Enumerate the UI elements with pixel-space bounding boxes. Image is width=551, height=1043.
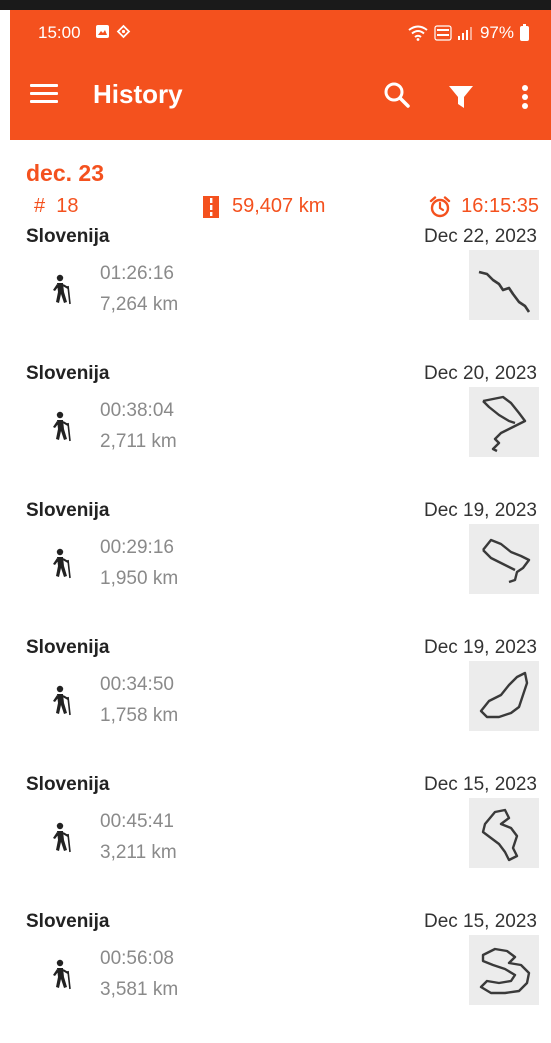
- activity-count: # 18: [34, 195, 79, 218]
- list-item[interactable]: Slovenija Dec 20, 2023 00:38:04 2,711 km: [0, 359, 551, 496]
- activity-date: Dec 19, 2023: [423, 637, 537, 658]
- activity-duration: 00:34:50: [100, 674, 174, 695]
- list-item[interactable]: Slovenija Dec 19, 2023 00:29:16 1,950 km: [0, 496, 551, 633]
- activity-distance: 3,211 km: [100, 842, 177, 863]
- more-vert-icon[interactable]: [518, 82, 532, 112]
- activity-place: Slovenija: [26, 500, 110, 521]
- screen-top-edge: [0, 0, 551, 10]
- app-bar: 15:00 97% History: [10, 10, 551, 140]
- total-duration: 16:15:35: [429, 195, 539, 218]
- route-thumbnail: [469, 524, 539, 594]
- route-thumbnail: [469, 798, 539, 868]
- activity-duration: 01:26:16: [100, 263, 174, 284]
- activity-distance: 7,264 km: [100, 294, 179, 315]
- route-thumbnail: [469, 387, 539, 457]
- route-thumbnail: [469, 935, 539, 1005]
- road-icon: [203, 195, 219, 218]
- volte-icon: [434, 25, 452, 41]
- activity-duration: 00:56:08: [100, 948, 174, 969]
- menu-button[interactable]: [30, 84, 58, 108]
- activity-place: Slovenija: [26, 774, 110, 795]
- gallery-icon: [96, 25, 109, 38]
- activity-place: Slovenija: [26, 911, 110, 932]
- list-item[interactable]: Slovenija Dec 15, 2023 00:45:41 3,211 km: [0, 770, 551, 907]
- total-distance: 59,407 km: [202, 195, 325, 218]
- activity-count-value: 18: [56, 195, 79, 217]
- list-item[interactable]: Slovenija Dec 15, 2023 00:56:08 3,581 km: [0, 907, 551, 1043]
- hash-symbol: #: [34, 195, 46, 217]
- hiking-icon: [53, 685, 71, 716]
- toolbar: History: [10, 54, 551, 140]
- hiking-icon: [53, 959, 71, 990]
- hiking-icon: [53, 411, 71, 442]
- battery-icon: [520, 23, 529, 41]
- wifi-icon: [408, 25, 428, 41]
- activity-date: Dec 15, 2023: [423, 774, 537, 795]
- status-time: 15:00: [38, 23, 81, 42]
- signal-icon: [457, 27, 472, 40]
- activity-date: Dec 22, 2023: [423, 226, 537, 247]
- hiking-icon: [53, 822, 71, 853]
- activity-place: Slovenija: [26, 226, 110, 247]
- month-summary: dec. 23 # 18 59,407 km 16:15:35: [0, 140, 551, 220]
- activity-duration: 00:45:41: [100, 811, 174, 832]
- filter-icon[interactable]: [446, 82, 476, 112]
- activity-distance: 1,758 km: [100, 705, 179, 726]
- status-bar: 15:00 97%: [10, 10, 551, 54]
- activity-duration: 00:38:04: [100, 400, 174, 421]
- activity-list: Slovenija Dec 22, 2023 01:26:16 7,264 km…: [0, 222, 551, 1043]
- activity-date: Dec 19, 2023: [423, 500, 537, 521]
- hiking-icon: [53, 548, 71, 579]
- total-distance-value: 59,407 km: [232, 195, 326, 217]
- activity-distance: 3,581 km: [100, 979, 179, 1000]
- page-title: History: [93, 79, 183, 109]
- route-thumbnail: [469, 661, 539, 731]
- search-icon[interactable]: [382, 80, 412, 110]
- activity-place: Slovenija: [26, 363, 110, 384]
- route-thumbnail: [469, 250, 539, 320]
- alarm-clock-icon: [429, 195, 451, 217]
- hiking-icon: [53, 274, 71, 305]
- list-item[interactable]: Slovenija Dec 19, 2023 00:34:50 1,758 km: [0, 633, 551, 770]
- activity-place: Slovenija: [26, 637, 110, 658]
- activity-date: Dec 15, 2023: [423, 911, 537, 932]
- activity-distance: 2,711 km: [100, 431, 177, 452]
- total-duration-value: 16:15:35: [461, 195, 539, 217]
- battery-percent: 97%: [479, 23, 514, 42]
- location-icon: [116, 24, 131, 39]
- list-item[interactable]: Slovenija Dec 22, 2023 01:26:16 7,264 km: [0, 222, 551, 359]
- month-header: dec. 23: [26, 160, 104, 186]
- activity-date: Dec 20, 2023: [423, 363, 537, 384]
- activity-duration: 00:29:16: [100, 537, 174, 558]
- activity-distance: 1,950 km: [100, 568, 179, 589]
